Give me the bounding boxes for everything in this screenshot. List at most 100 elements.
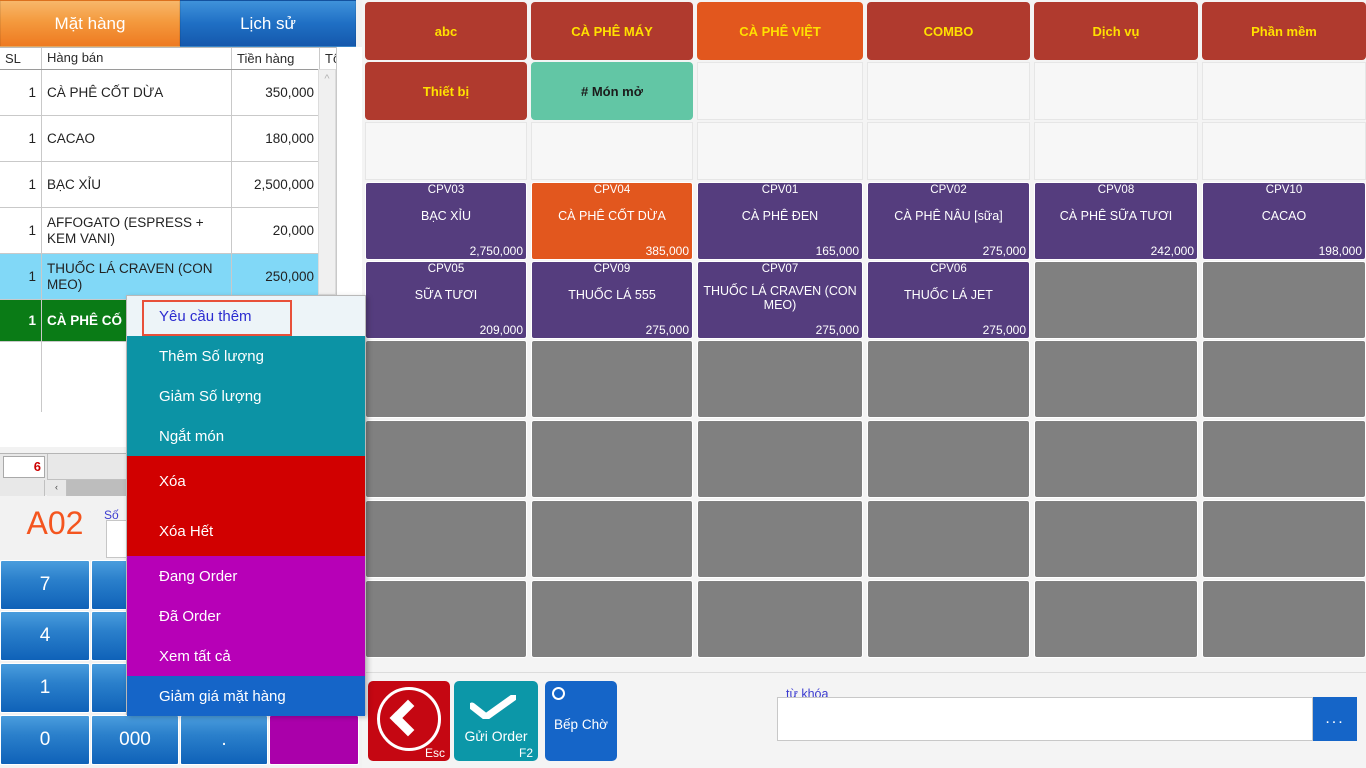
product-slot-empty[interactable] [867,580,1030,658]
product-slot-empty[interactable] [697,340,863,418]
ctx-yeu-cau-them[interactable]: Yêu cầu thêm [127,296,365,336]
product-slot-empty[interactable] [365,580,527,658]
product-slot-empty[interactable] [867,420,1030,498]
product-cpv02[interactable]: CPV02 CÀ PHÊ NÂU [sữa] 275,000 [867,182,1030,260]
row-amount: 20,000 [232,208,320,253]
category-ca-phe-may[interactable]: CÀ PHÊ MÁY [531,2,693,60]
ctx-giam-so-luong[interactable]: Giảm Số lượng [127,376,365,416]
product-slot-empty[interactable] [1202,580,1366,658]
order-list-scrollbar[interactable]: ^ [318,69,336,295]
send-order-button[interactable]: Gửi Order F2 [454,681,538,761]
product-slot-empty[interactable] [1202,340,1366,418]
product-cpv04[interactable]: CPV04 CÀ PHÊ CỐT DỪA 385,000 [531,182,693,260]
category-empty [531,122,693,180]
category-empty [867,62,1030,120]
counter-left-filler [0,480,45,496]
product-cpv06[interactable]: CPV06 THUỐC LÁ JET 275,000 [867,261,1030,339]
key-000[interactable]: 000 [91,715,179,765]
product-slot-empty[interactable] [697,500,863,578]
category-label: COMBO [923,23,974,39]
category-label: Dịch vụ [1092,23,1140,39]
category-thiet-bi[interactable]: Thiết bị [365,62,527,120]
tab-mat-hang[interactable]: Mặt hàng [0,0,180,47]
table-row[interactable]: 1 CÀ PHÊ CỐT DỪA 350,000 [0,70,362,116]
product-cpv01[interactable]: CPV01 CÀ PHÊ ĐEN 165,000 [697,182,863,260]
row-qty: 1 [0,70,42,115]
category-label: Thiết bị [422,83,470,99]
search-more-button[interactable]: ... [1313,697,1357,741]
product-slot-empty[interactable] [1202,261,1366,339]
product-cpv10[interactable]: CPV10 CACAO 198,000 [1202,182,1366,260]
product-cpv05[interactable]: CPV05 SỮA TƯƠI 209,000 [365,261,527,339]
row-amount: 180,000 [232,116,320,161]
product-slot-empty[interactable] [867,340,1030,418]
category-mon-mo[interactable]: # Món mở [531,62,693,120]
product-slot-empty[interactable] [867,500,1030,578]
product-name: THUỐC LÁ CRAVEN (CON MEO) [703,284,857,312]
table-row-selected[interactable]: 1 THUỐC LÁ CRAVEN (CON MEO) 250,000 [0,254,362,300]
search-input[interactable] [777,697,1313,741]
product-slot-empty[interactable] [531,420,693,498]
product-slot-empty[interactable] [531,500,693,578]
scroll-left-icon[interactable]: ‹ [47,480,67,496]
ctx-them-so-luong[interactable]: Thêm Số lượng [127,336,365,376]
product-slot-empty[interactable] [365,500,527,578]
table-row[interactable]: 1 BẠC XỈU 2,500,000 [0,162,362,208]
back-button[interactable]: Esc [368,681,450,761]
key-4[interactable]: 4 [0,611,90,661]
category-label: # Món mở [581,83,643,99]
category-phan-mem[interactable]: Phần mềm [1202,2,1366,60]
product-code: CPV02 [930,184,967,196]
product-slot-empty[interactable] [1202,420,1366,498]
product-cpv03[interactable]: CPV03 BẠC XỈU 2,750,000 [365,182,527,260]
ctx-giam-gia-mat-hang[interactable]: Giảm giá mặt hàng [127,676,365,716]
category-ca-phe-viet[interactable]: CÀ PHÊ VIỆT [697,2,863,60]
product-cpv09[interactable]: CPV09 THUỐC LÁ 555 275,000 [531,261,693,339]
product-slot-empty[interactable] [1034,261,1198,339]
category-abc[interactable]: abc [365,2,527,60]
product-slot-empty[interactable] [365,420,527,498]
product-slot-empty[interactable] [697,420,863,498]
product-cpv08[interactable]: CPV08 CÀ PHÊ SỮA TƯƠI 242,000 [1034,182,1198,260]
tab-lich-su[interactable]: Lịch sử [180,0,356,47]
scroll-up-icon[interactable]: ^ [319,73,335,85]
product-slot-empty[interactable] [365,340,527,418]
ctx-da-order[interactable]: Đã Order [127,596,365,636]
product-slot-empty[interactable] [1202,500,1366,578]
key-clear[interactable] [269,715,359,765]
category-empty [867,122,1030,180]
key-dot[interactable]: . [180,715,268,765]
category-dich-vu[interactable]: Dịch vụ [1034,2,1198,60]
key-7[interactable]: 7 [0,560,90,610]
ctx-dang-order[interactable]: Đang Order [127,556,365,596]
product-name: THUỐC LÁ JET [904,288,993,302]
key-1[interactable]: 1 [0,663,90,713]
category-label: abc [434,23,458,39]
product-slot-empty[interactable] [697,580,863,658]
product-slot-empty[interactable] [1034,580,1198,658]
kitchen-queue-button[interactable]: Bếp Chờ [545,681,617,761]
category-label: CÀ PHÊ VIỆT [739,23,821,39]
key-0[interactable]: 0 [0,715,90,765]
table-row[interactable]: 1 CACAO 180,000 [0,116,362,162]
ctx-ngat-mon[interactable]: Ngắt món [127,416,365,456]
category-combo[interactable]: COMBO [867,2,1030,60]
product-slot-empty[interactable] [531,340,693,418]
search-area: từ khóa ... [777,687,1357,745]
category-empty [697,62,863,120]
product-slot-empty[interactable] [1034,500,1198,578]
product-cpv07[interactable]: CPV07 THUỐC LÁ CRAVEN (CON MEO) 275,000 [697,261,863,339]
category-empty [697,122,863,180]
checkmark-icon [468,693,518,721]
ctx-xoa-het[interactable]: Xóa Hết [127,506,365,556]
ctx-xoa[interactable]: Xóa [127,456,365,506]
table-row[interactable]: 1 AFFOGATO (ESPRESS + KEM VANI) 20,000 [0,208,362,254]
product-slot-empty[interactable] [531,580,693,658]
product-slot-empty[interactable] [1034,340,1198,418]
product-name: CÀ PHÊ CỐT DỪA [558,209,666,223]
tab-lich-su-label: Lịch sử [240,13,296,33]
item-count-field[interactable]: 6 [3,456,45,478]
product-slot-empty[interactable] [1034,420,1198,498]
ctx-xem-tat-ca[interactable]: Xem tất cả [127,636,365,676]
tab-mat-hang-label: Mặt hàng [54,13,126,33]
